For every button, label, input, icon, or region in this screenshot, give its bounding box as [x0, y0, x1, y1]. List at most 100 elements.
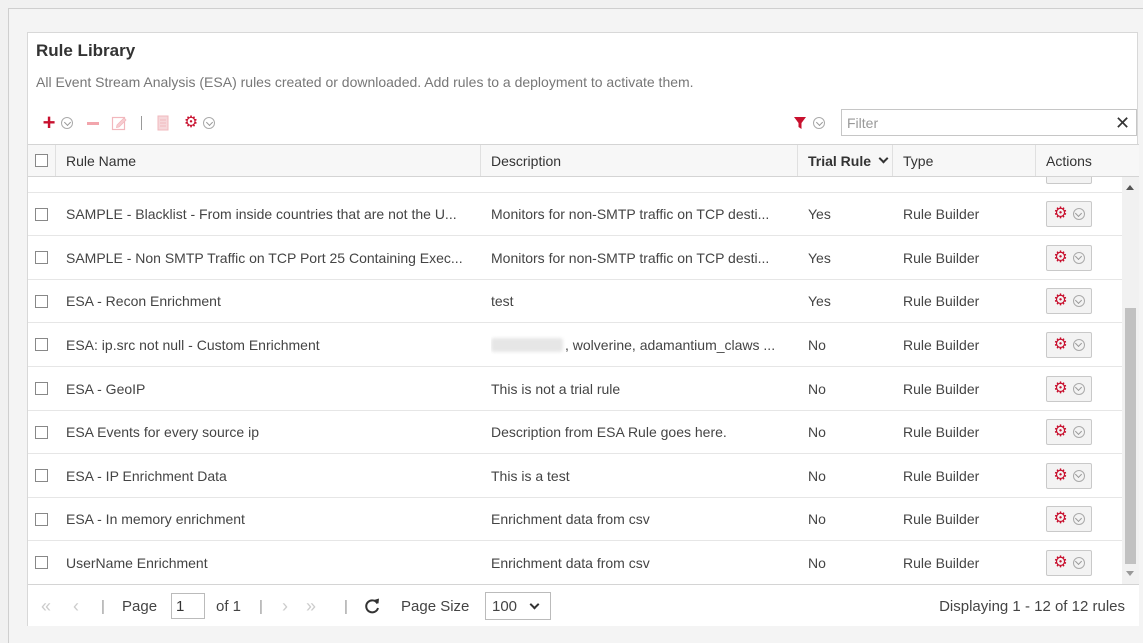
- trial-rule-cell: No: [808, 498, 888, 541]
- trial-rule-cell: Yes: [808, 236, 888, 279]
- chevron-down-icon: [1072, 208, 1085, 221]
- rule-description: Enrichment data from csv: [491, 511, 650, 528]
- table-row[interactable]: SAMPLE - Non SMTP Traffic on TCP Port 25…: [28, 236, 1122, 280]
- table-row[interactable]: UserName Enrichment Enrichment data from …: [28, 541, 1122, 584]
- row-actions-button[interactable]: ⚙: [1046, 506, 1092, 533]
- rule-name-cell[interactable]: ESA - Recon Enrichment: [66, 280, 478, 323]
- rule-name-cell[interactable]: ESA: ip.src not null - Custom Enrichment: [66, 323, 478, 366]
- first-page-icon[interactable]: «: [41, 585, 51, 627]
- table-row[interactable]: SAMPLE - Blacklist - From inside countri…: [28, 193, 1122, 237]
- add-rule-menu-chevron[interactable]: [60, 111, 74, 135]
- rule-name: ESA: ip.src not null - Custom Enrichment: [66, 336, 320, 353]
- clear-filter-icon[interactable]: ✕: [1115, 113, 1130, 134]
- row-actions-button[interactable]: ⚙: [1046, 201, 1092, 228]
- edit-rule-button[interactable]: [110, 111, 128, 135]
- row-checkbox[interactable]: [35, 338, 48, 352]
- column-header-rule-name[interactable]: Rule Name: [56, 145, 481, 176]
- rule-description: Monitors for non-SMTP traffic on TCP des…: [491, 206, 770, 223]
- row-checkbox[interactable]: [35, 294, 48, 308]
- scroll-up-icon[interactable]: [1126, 185, 1134, 190]
- column-header-trial-rule[interactable]: Trial Rule: [798, 145, 893, 176]
- scroll-thumb[interactable]: [1125, 308, 1136, 564]
- delete-rule-button[interactable]: [86, 111, 100, 135]
- row-actions-button[interactable]: ⚙: [1046, 462, 1092, 489]
- rule-name-cell[interactable]: UserName Enrichment: [66, 541, 478, 584]
- trial-value: No: [808, 511, 826, 528]
- row-actions-button[interactable]: ⚙: [1046, 331, 1092, 358]
- settings-menu-chevron[interactable]: [202, 111, 216, 135]
- row-checkbox[interactable]: [35, 425, 48, 439]
- filter-input[interactable]: [841, 109, 1137, 136]
- row-checkbox[interactable]: [35, 556, 48, 570]
- column-header-type[interactable]: Type: [893, 145, 1036, 176]
- filter-button[interactable]: [791, 111, 809, 135]
- rule-name-cell[interactable]: SAMPLE - Non SMTP Traffic on TCP Port 25…: [66, 236, 478, 279]
- rule-name-cell[interactable]: ESA - IP Enrichment Data: [66, 454, 478, 497]
- rule-name-cell[interactable]: ESA - GeoIP: [66, 367, 478, 410]
- pager-separator: |: [101, 597, 105, 615]
- table-row[interactable]: ESA Events for every source ip Descriptio…: [28, 411, 1122, 455]
- rule-type: Rule Builder: [903, 424, 980, 441]
- table-row[interactable]: ESA - In memory enrichment Enrichment dat…: [28, 498, 1122, 542]
- column-header-description[interactable]: Description: [481, 145, 798, 176]
- rule-type: Rule Builder: [903, 249, 980, 266]
- gear-icon: ⚙: [1053, 553, 1068, 571]
- pager-summary: Displaying 1 - 12 of 12 rules: [939, 597, 1125, 615]
- rule-library-panel: Rule Library All Event Stream Analysis (…: [27, 32, 1139, 627]
- rule-type: Rule Builder: [903, 336, 980, 353]
- next-page-icon[interactable]: ›: [282, 585, 288, 627]
- column-label: Rule Name: [66, 152, 137, 169]
- row-actions-button[interactable]: ⚙: [1046, 419, 1092, 446]
- row-actions-button[interactable]: ⚙: [1046, 177, 1092, 184]
- refresh-button[interactable]: [363, 585, 381, 627]
- row-actions-button[interactable]: ⚙: [1046, 549, 1092, 576]
- type-cell: Rule Builder: [903, 541, 1033, 584]
- rule-name: SAMPLE - Blacklist - From inside countri…: [66, 206, 457, 223]
- row-checkbox[interactable]: [35, 469, 48, 483]
- table-row[interactable]: ESA: ip.src not null - Custom Enrichment…: [28, 323, 1122, 367]
- rule-type: Rule Builder: [903, 467, 980, 484]
- table-row[interactable]: ESA - GeoIP This is not a trial rule No Rul…: [28, 367, 1122, 411]
- chevron-down-icon: [203, 117, 215, 129]
- filter-menu-chevron[interactable]: [812, 111, 826, 135]
- gear-icon: ⚙: [1053, 423, 1068, 441]
- table-row[interactable]: ESA - Recon Enrichment test Yes Rule Builde…: [28, 280, 1122, 324]
- add-rule-button[interactable]: +: [40, 111, 58, 135]
- sort-desc-icon: [878, 153, 889, 164]
- trial-value: Yes: [808, 293, 831, 310]
- trial-value: No: [808, 336, 826, 353]
- rule-name-cell[interactable]: ESA - In memory enrichment: [66, 498, 478, 541]
- row-actions-button[interactable]: ⚙: [1046, 244, 1092, 271]
- chevron-down-icon: [813, 117, 825, 129]
- type-cell: Rule Builder: [903, 323, 1033, 366]
- row-checkbox[interactable]: [35, 251, 48, 265]
- vertical-scrollbar[interactable]: [1122, 177, 1139, 584]
- gear-icon: ⚙: [1053, 292, 1068, 310]
- rule-name: SAMPLE - Non SMTP Traffic on TCP Port 25…: [66, 249, 463, 266]
- page-number-input[interactable]: [171, 593, 205, 619]
- rule-description: This is a test: [491, 467, 570, 484]
- settings-button[interactable]: ⚙: [182, 111, 200, 135]
- scroll-down-icon[interactable]: [1126, 571, 1134, 576]
- select-all-checkbox[interactable]: [28, 145, 56, 176]
- rule-description: Enrichment data from csv: [491, 554, 650, 571]
- duplicate-rule-button[interactable]: [154, 111, 172, 135]
- column-label: Description: [491, 152, 562, 169]
- row-actions-button[interactable]: ⚙: [1046, 288, 1092, 315]
- table-row[interactable]: ⚙: [28, 177, 1122, 193]
- trial-value: No: [808, 467, 826, 484]
- trial-value: Yes: [808, 249, 831, 266]
- table-row[interactable]: ESA - IP Enrichment Data This is a test No…: [28, 454, 1122, 498]
- gear-icon: ⚙: [1053, 335, 1068, 353]
- page-count-label: of 1: [216, 597, 242, 615]
- rule-name-cell[interactable]: SAMPLE - Blacklist - From inside countri…: [66, 193, 478, 236]
- prev-page-icon[interactable]: ‹: [73, 585, 79, 627]
- row-checkbox[interactable]: [35, 382, 48, 395]
- row-checkbox[interactable]: [35, 207, 48, 221]
- row-checkbox[interactable]: [35, 512, 48, 526]
- column-label: Trial Rule: [808, 152, 872, 169]
- last-page-icon[interactable]: »: [306, 585, 316, 627]
- row-actions-button[interactable]: ⚙: [1046, 375, 1092, 402]
- page-size-select[interactable]: 100: [485, 592, 551, 620]
- rule-name-cell[interactable]: ESA Events for every source ip: [66, 411, 478, 454]
